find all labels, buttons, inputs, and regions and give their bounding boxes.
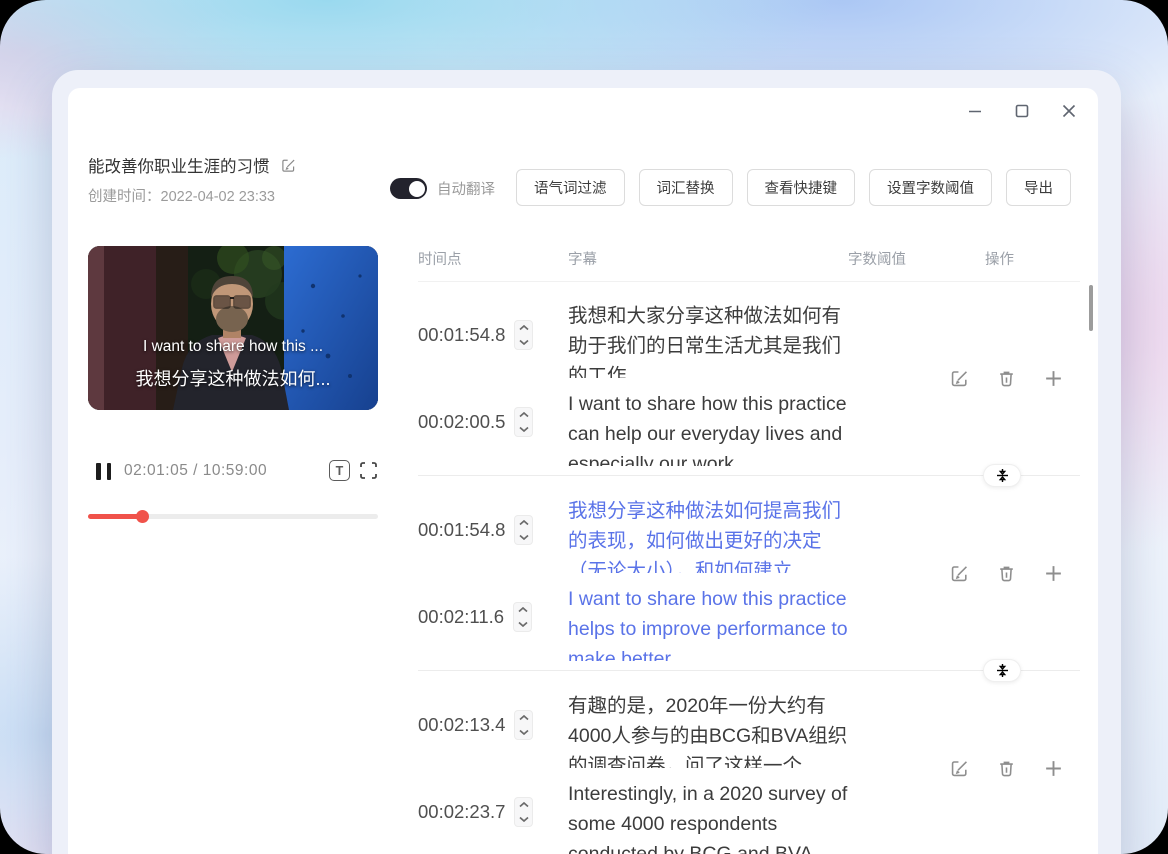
app-window: 能改善你职业生涯的习惯 创建时间：2022-04-02 23:33 自动翻译 语… (52, 70, 1121, 854)
video-subtitle-en: I want to share how this ... (88, 338, 378, 356)
timestamp-row: 00:01:54.8 (418, 515, 533, 545)
close-icon (1060, 102, 1078, 120)
subtitle-cell-translation[interactable]: Interestingly, in a 2020 survey of some … (568, 779, 852, 854)
view-shortcuts-button[interactable]: 查看快捷键 (747, 169, 856, 206)
pause-button[interactable] (96, 463, 111, 480)
minimize-button[interactable] (964, 100, 986, 122)
subtitle-cell-original[interactable]: 有趣的是，2020年一份大约有4000人参与的由BCG和BVA组织的调查问卷，问… (568, 691, 852, 768)
timestamp-value: 00:01:54.8 (418, 519, 505, 541)
row-actions (949, 563, 1064, 584)
timestamp-value: 00:02:11.6 (418, 606, 504, 628)
timestamp-value: 00:02:00.5 (418, 411, 505, 433)
main-content-card: 能改善你职业生涯的习惯 创建时间：2022-04-02 23:33 自动翻译 语… (68, 88, 1098, 854)
delete-subtitle-button[interactable] (996, 368, 1017, 389)
trash-icon (996, 368, 1017, 389)
time-display: 02:01:05 / 10:59:00 (124, 462, 267, 480)
add-subtitle-button[interactable] (1043, 563, 1064, 584)
export-button[interactable]: 导出 (1006, 169, 1071, 206)
table-scrollbar[interactable] (1089, 285, 1093, 331)
subtitle-cell-original[interactable]: 我想和大家分享这种做法如何有助于我们的日常生活尤其是我们的工作 (568, 301, 852, 378)
filler-word-filter-button[interactable]: 语气词过滤 (516, 169, 625, 206)
auto-translate-control: 自动翻译 (390, 178, 495, 199)
created-time: 创建时间：2022-04-02 23:33 (88, 185, 275, 206)
edit-title-icon (280, 157, 297, 174)
timestamp-stepper[interactable] (514, 407, 533, 437)
delete-subtitle-button[interactable] (996, 758, 1017, 779)
timestamp-value: 00:01:54.8 (418, 324, 505, 346)
timestamp-row: 00:02:13.4 (418, 710, 533, 740)
set-word-threshold-button[interactable]: 设置字数阈值 (869, 169, 992, 206)
col-subtitle: 字幕 (568, 248, 597, 269)
progress-bar[interactable] (88, 514, 378, 519)
edit-title-button[interactable] (280, 157, 297, 174)
auto-translate-toggle[interactable] (390, 178, 427, 199)
subtitle-group-active: 00:01:54.8 我想分享这种做法如何提高我们的表现，如何做出更好的决定（无… (418, 476, 1080, 671)
row-actions (949, 758, 1064, 779)
maximize-button[interactable] (1011, 100, 1033, 122)
project-title: 能改善你职业生涯的习惯 (88, 153, 270, 177)
desktop-background: 能改善你职业生涯的习惯 创建时间：2022-04-02 23:33 自动翻译 语… (0, 0, 1168, 854)
subtitle-group: 00:02:13.4 有趣的是，2020年一份大约有4000人参与的由BCG和B… (418, 671, 1080, 854)
close-button[interactable] (1058, 100, 1080, 122)
subtitle-cell-translation[interactable]: I want to share how this practice helps … (568, 584, 852, 661)
plus-icon (1043, 758, 1064, 779)
col-word-threshold: 字数阈值 (848, 248, 906, 269)
timestamp-stepper[interactable] (514, 515, 533, 545)
video-preview[interactable]: I want to share how this ... 我想分享这种做法如何.… (88, 246, 378, 410)
timestamp-stepper[interactable] (514, 320, 533, 350)
add-subtitle-button[interactable] (1043, 758, 1064, 779)
subtitle-toggle-button[interactable]: T (329, 460, 350, 481)
fullscreen-button[interactable] (359, 461, 378, 480)
video-subtitle-zh: 我想分享这种做法如何... (88, 365, 378, 391)
subtitle-group: 00:01:54.8 我想和大家分享这种做法如何有助于我们的日常生活尤其是我们的… (418, 281, 1080, 476)
timestamp-row: 00:02:11.6 (418, 602, 532, 632)
col-actions: 操作 (985, 248, 1014, 269)
auto-translate-label: 自动翻译 (437, 178, 495, 199)
edit-icon (949, 758, 970, 779)
timestamp-value: 00:02:23.7 (418, 801, 505, 823)
minimize-icon (966, 102, 984, 120)
progress-fill (88, 514, 143, 519)
page-title-row: 能改善你职业生涯的习惯 (88, 153, 297, 177)
subtitle-cell-original[interactable]: 我想分享这种做法如何提高我们的表现，如何做出更好的决定（无论大小），和如何建立 (568, 496, 852, 573)
progress-handle[interactable] (136, 510, 149, 523)
window-controls (964, 100, 1080, 122)
timestamp-stepper[interactable] (514, 797, 533, 827)
col-timestamp: 时间点 (418, 248, 462, 269)
add-subtitle-button[interactable] (1043, 368, 1064, 389)
delete-subtitle-button[interactable] (996, 563, 1017, 584)
edit-icon (949, 563, 970, 584)
toolbar: 语气词过滤 词汇替换 查看快捷键 设置字数阈值 导出 (516, 169, 1071, 206)
timestamp-value: 00:02:13.4 (418, 714, 505, 736)
timestamp-stepper[interactable] (514, 710, 533, 740)
timestamp-row: 00:01:54.8 (418, 320, 533, 350)
toggle-knob (409, 181, 425, 197)
timestamp-row: 00:02:23.7 (418, 797, 533, 827)
maximize-icon (1013, 102, 1031, 120)
edit-subtitle-button[interactable] (949, 758, 970, 779)
trash-icon (996, 758, 1017, 779)
fullscreen-icon (359, 461, 378, 480)
plus-icon (1043, 563, 1064, 584)
timestamp-stepper[interactable] (513, 602, 532, 632)
edit-subtitle-button[interactable] (949, 563, 970, 584)
edit-icon (949, 368, 970, 389)
trash-icon (996, 563, 1017, 584)
edit-subtitle-button[interactable] (949, 368, 970, 389)
row-actions (949, 368, 1064, 389)
subtitle-cell-translation[interactable]: I want to share how this practice can he… (568, 389, 852, 466)
timestamp-row: 00:02:00.5 (418, 407, 533, 437)
vocab-replace-button[interactable]: 词汇替换 (639, 169, 733, 206)
plus-icon (1043, 368, 1064, 389)
player-controls: 02:01:05 / 10:59:00 T (88, 459, 378, 483)
